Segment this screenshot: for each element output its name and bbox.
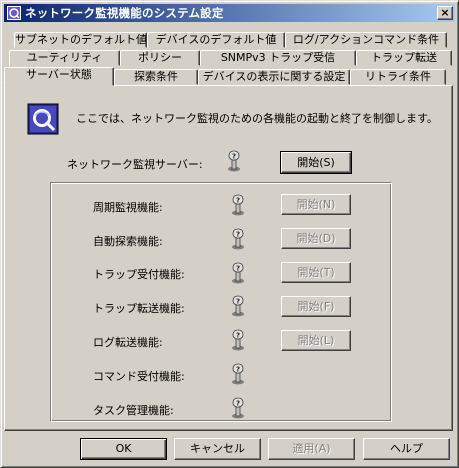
log-forward-label: ログ転送機能: (93, 336, 163, 349)
periodic-monitoring-start-button[interactable]: 開始(N) (281, 194, 351, 215)
svg-text:?: ? (236, 231, 240, 239)
trap-receive-status-icon: ? (232, 262, 244, 284)
cancel-button[interactable]: キャンセル (174, 438, 261, 460)
tab-discovery-conditions[interactable]: 探索条件 (114, 69, 198, 85)
server-label: ネットワーク監視サーバー: (67, 158, 203, 171)
help-button[interactable]: ヘルプ (363, 438, 450, 460)
auto-discovery-start-button[interactable]: 開始(D) (281, 228, 351, 249)
close-icon: × (440, 6, 450, 19)
trap-receive-label: トラップ受付機能: (93, 268, 185, 281)
auto-discovery-label: 自動探索機能: (93, 235, 163, 248)
tab-log-action-command[interactable]: ログ/アクションコマンド条件 (285, 32, 447, 48)
svg-text:?: ? (236, 197, 240, 205)
tab-snmpv3-trap-receive[interactable]: SNMPv3 トラップ受信 (200, 50, 356, 66)
app-icon (7, 6, 21, 20)
title-bar[interactable]: ネットワーク監視機能のシステム設定 × (4, 4, 455, 22)
tab-policy[interactable]: ポリシー (120, 50, 200, 66)
server-status-question-icon: ? (228, 150, 240, 172)
periodic-monitoring-status-icon: ? (232, 194, 244, 216)
network-monitor-icon (27, 103, 59, 135)
ok-button[interactable]: OK (80, 438, 167, 460)
tab-retry-conditions[interactable]: リトライ条件 (350, 69, 446, 85)
panel-description: ここでは、ネットワーク監視のための各機能の起動と終了を制御します。 (76, 112, 438, 125)
close-button[interactable]: × (437, 6, 453, 20)
log-forward-start-button[interactable]: 開始(L) (281, 330, 351, 351)
svg-text:?: ? (232, 153, 236, 161)
trap-forward-label: トラップ転送機能: (93, 302, 185, 315)
command-receive-label: コマンド受付機能: (93, 370, 185, 383)
svg-text:?: ? (236, 265, 240, 273)
tab-device-display[interactable]: デバイスの表示に関する設定 (198, 69, 350, 85)
window-title: ネットワーク監視機能のシステム設定 (25, 6, 224, 20)
tab-server-status[interactable]: サーバー状態 (4, 67, 114, 86)
trap-receive-start-button[interactable]: 開始(T) (281, 262, 351, 283)
task-management-label: タスク管理機能: (93, 404, 174, 417)
svg-text:?: ? (236, 400, 240, 408)
log-forward-status-icon: ? (232, 329, 244, 351)
periodic-monitoring-label: 周期監視機能: (93, 201, 163, 214)
task-management-status-icon: ? (232, 397, 244, 419)
tab-utility[interactable]: ユーティリティ (9, 50, 120, 66)
trap-forward-status-icon: ? (232, 295, 244, 317)
server-status-panel: ここでは、ネットワーク監視のための各機能の起動と終了を制御します。 ネットワーク… (4, 85, 453, 431)
settings-dialog: ネットワーク監視機能のシステム設定 × サブネットのデフォルト値 デバイスのデフ… (0, 0, 459, 468)
tab-trap-forward[interactable]: トラップ転送 (356, 50, 452, 66)
svg-text:?: ? (236, 366, 240, 374)
command-receive-status-icon: ? (232, 363, 244, 385)
svg-text:?: ? (236, 332, 240, 340)
tab-subnet-defaults[interactable]: サブネットのデフォルト値 (14, 32, 147, 48)
trap-forward-start-button[interactable]: 開始(F) (281, 296, 351, 317)
svg-text:?: ? (236, 298, 240, 306)
apply-button[interactable]: 適用(A) (268, 438, 355, 460)
tab-device-defaults[interactable]: デバイスのデフォルト値 (147, 32, 285, 48)
auto-discovery-status-icon: ? (232, 228, 244, 250)
server-start-button[interactable]: 開始(S) (280, 151, 352, 174)
